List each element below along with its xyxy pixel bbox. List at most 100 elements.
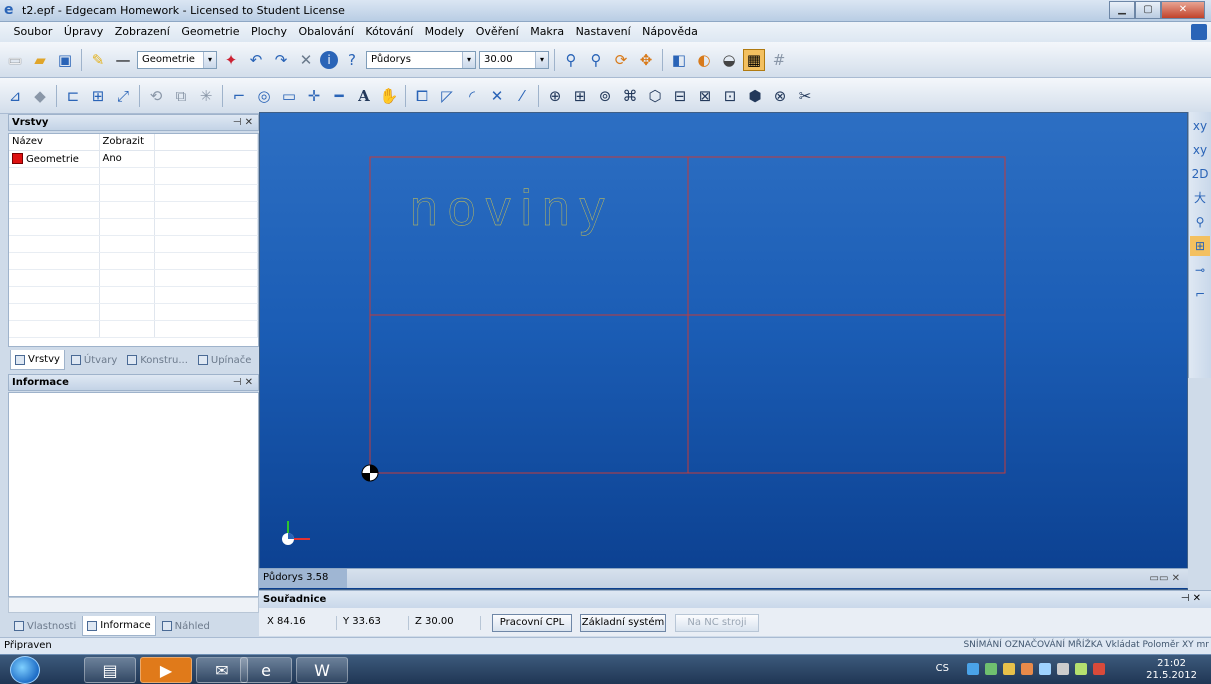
table-row[interactable]: Geometrie Ano [9,150,258,168]
tray-app-icon[interactable] [985,663,997,675]
tab-upinace[interactable]: Upínače [194,350,256,370]
zoom-combo[interactable]: 30.00 ▾ [479,51,549,69]
text-icon[interactable]: A [353,85,375,107]
edit-icon[interactable] [1191,24,1207,40]
layer-show-cell[interactable]: Ano [99,150,155,168]
pan-view-icon[interactable]: ✥ [635,49,657,71]
section-icon[interactable]: ⊟ [669,85,691,107]
menu-geometrie[interactable]: Geometrie [177,22,243,41]
horizontal-scrollbar[interactable] [8,597,259,613]
status-modes[interactable]: SNÍMÁNÍ OZNAČOVÁNÍ MŘÍŽKA Vkládat Polomě… [963,640,1209,650]
line-style-icon[interactable]: — [112,49,134,71]
save-icon[interactable]: ▣ [54,49,76,71]
chamfer-icon[interactable]: ◸ [436,85,458,107]
crosshair-icon[interactable]: ⊕ [544,85,566,107]
close-button[interactable]: ✕ [1161,1,1205,19]
edgecam-taskbar-icon[interactable]: e [240,657,292,683]
word-taskbar-icon[interactable]: W [296,657,348,683]
polyline-icon[interactable]: ⌐ [228,85,250,107]
extend-icon[interactable]: ⁄ [511,85,533,107]
tray-app-icon[interactable] [967,663,979,675]
cylinder-icon[interactable]: ⊚ [594,85,616,107]
speaker-icon[interactable] [1057,663,1069,675]
menu-napoveda[interactable]: Nápověda [638,22,702,41]
solid-view-icon[interactable]: ◧ [668,49,690,71]
help-icon[interactable]: ? [341,49,363,71]
transform-icon[interactable]: ⤢ [112,85,134,107]
menu-soubor[interactable]: Soubor [10,22,57,41]
menu-plochy[interactable]: Plochy [247,22,291,41]
line-icon[interactable]: ━ [328,85,350,107]
rotate-view-icon[interactable]: ⟳ [610,49,632,71]
measure-icon[interactable]: ⌐ [1190,284,1210,304]
shading-icon[interactable]: ◐ [693,49,715,71]
feature-icon[interactable]: ⊏ [62,85,84,107]
geometry-combo[interactable]: Geometrie ▾ [137,51,217,69]
menu-zobrazeni[interactable]: Zobrazení [111,22,174,41]
cad-viewport[interactable]: noviny [259,112,1188,590]
fixture-icon[interactable]: ⊡ [719,85,741,107]
flag-icon[interactable] [1093,663,1105,675]
tab-konstru[interactable]: Konstru... [123,350,192,370]
hierarchy-icon[interactable]: ⧉ [170,85,192,107]
explorer-taskbar-icon[interactable]: ▤ [84,657,136,683]
hand-icon[interactable]: ✋ [378,85,400,107]
dimension-icon[interactable]: 大 [1190,188,1210,208]
view-combo[interactable]: Půdorys ▾ [366,51,476,69]
menu-makra[interactable]: Makra [526,22,568,41]
menu-nastaveni[interactable]: Nastavení [572,22,635,41]
nc-machine-button[interactable]: Na NC stroji [675,614,759,632]
tool-icon[interactable]: ✂ [794,85,816,107]
view-window-controls[interactable]: ▭▭ ✕ [1150,573,1180,584]
menu-kotovani[interactable]: Kótování [361,22,417,41]
minimize-button[interactable]: ▁ [1109,1,1135,19]
panel-pin-close-icons[interactable]: ⊣ ✕ [233,115,253,130]
media-taskbar-icon[interactable]: ▶ [140,657,192,683]
menu-overeni[interactable]: Ověření [472,22,523,41]
select-multi-icon[interactable]: ⚲ [585,49,607,71]
part-icon[interactable]: ◆ [29,85,51,107]
menu-modely[interactable]: Modely [421,22,469,41]
tab-informace[interactable]: Informace [82,616,156,636]
solid-icon[interactable]: ⬡ [644,85,666,107]
new-file-icon[interactable]: ▭ [4,49,26,71]
grid-icon[interactable]: # [768,49,790,71]
layer-icon[interactable]: ⊞ [87,85,109,107]
delete-icon[interactable]: ✕ [295,49,317,71]
tab-utvary[interactable]: Útvary [67,350,121,370]
grid-box-icon[interactable]: ⊞ [569,85,591,107]
circle-icon[interactable]: ◎ [253,85,275,107]
select-icon[interactable]: ⚲ [560,49,582,71]
offset-icon[interactable]: ⧠ [411,85,433,107]
redo-icon[interactable]: ↷ [270,49,292,71]
render-icon[interactable]: ◒ [718,49,740,71]
refresh-icon[interactable]: ⟲ [145,85,167,107]
tray-app-icon[interactable] [1039,663,1051,675]
insert-icon[interactable]: ⊞ [1190,236,1210,256]
rectangle-icon[interactable]: ▭ [278,85,300,107]
language-indicator[interactable]: CS [936,663,949,674]
clamp-icon[interactable]: ⊗ [769,85,791,107]
point-icon[interactable]: ✛ [303,85,325,107]
info-icon[interactable]: i [320,51,338,69]
clock[interactable]: 21:02 21.5.2012 [1146,658,1197,682]
open-folder-icon[interactable]: ▰ [29,49,51,71]
tab-vrstvy[interactable]: Vrstvy [10,350,65,370]
explode-icon[interactable]: ✳ [195,85,217,107]
network-icon[interactable] [1075,663,1087,675]
probe-icon[interactable]: ⚲ [1190,212,1210,232]
panel-pin-close-icons[interactable]: ⊣ ✕ [233,375,253,390]
grid-toggle-icon[interactable]: ▦ [743,49,765,71]
xy-plane-icon[interactable]: xy [1190,116,1210,136]
surface-icon[interactable]: ⌘ [619,85,641,107]
tab-nahled[interactable]: Náhled [158,616,214,636]
maximize-button[interactable]: ▢ [1135,1,1161,19]
undo-icon[interactable]: ↶ [245,49,267,71]
workplane-icon[interactable]: ⊿ [4,85,26,107]
xy-plane-alt-icon[interactable]: xy [1190,140,1210,160]
stock-icon[interactable]: ⊠ [694,85,716,107]
trim-icon[interactable]: ✕ [486,85,508,107]
model-icon[interactable]: ⬢ [744,85,766,107]
base-system-button[interactable]: Základní systém [580,614,666,632]
fillet-icon[interactable]: ◜ [461,85,483,107]
